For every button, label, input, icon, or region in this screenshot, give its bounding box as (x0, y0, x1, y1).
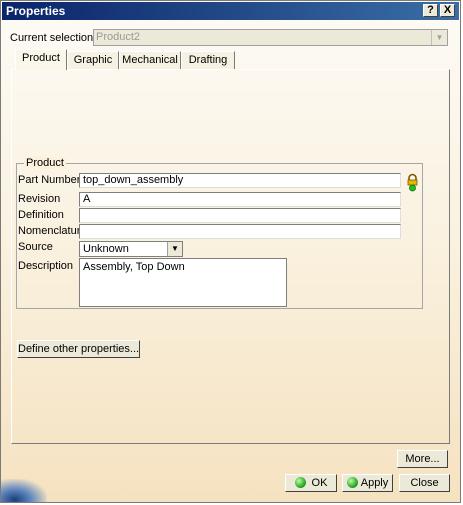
source-select[interactable]: Unknown ▼ (79, 241, 183, 257)
nomenclature-label: Nomenclature (18, 225, 87, 237)
current-selection-value: Product2 (96, 31, 141, 43)
window-title: Properties (6, 4, 66, 18)
part-number-field[interactable]: top_down_assembly (79, 173, 401, 188)
chevron-down-icon[interactable]: ▼ (167, 242, 182, 256)
define-other-properties-button[interactable]: Define other properties... (17, 340, 140, 358)
properties-dialog: Properties ? X Current selection : Produ… (0, 0, 461, 503)
tab-drafting[interactable]: Drafting (181, 51, 235, 69)
revision-field[interactable]: A (79, 192, 401, 207)
apply-button[interactable]: Apply (342, 474, 393, 492)
apply-label: Apply (360, 477, 389, 489)
current-selection-label: Current selection : (10, 32, 100, 44)
ok-label: OK (311, 477, 328, 489)
tab-graphic[interactable]: Graphic (67, 51, 119, 69)
current-selection-combo: Product2 ▼ (93, 29, 448, 46)
part-number-label: Part Number (18, 174, 81, 186)
revision-label: Revision (18, 193, 61, 205)
close-window-button[interactable]: X (440, 4, 455, 17)
source-label: Source (18, 241, 53, 253)
close-button[interactable]: Close (399, 474, 450, 492)
green-dot-icon (346, 477, 358, 488)
green-dot-icon (294, 477, 306, 488)
tab-product[interactable]: Product (15, 49, 67, 70)
chevron-down-icon: ▼ (431, 30, 447, 45)
source-value: Unknown (83, 243, 129, 255)
definition-label: Definition (18, 209, 64, 221)
lock-icon[interactable] (407, 173, 418, 192)
more-button[interactable]: More... (397, 450, 448, 468)
ok-button[interactable]: OK (285, 474, 337, 492)
product-group-title: Product (24, 157, 66, 169)
decorative-corner (1, 479, 47, 502)
tab-mechanical[interactable]: Mechanical (119, 51, 181, 69)
description-label: Description (18, 260, 74, 272)
definition-field[interactable] (79, 208, 401, 223)
description-field[interactable]: Assembly, Top Down (79, 258, 287, 307)
help-button[interactable]: ? (423, 4, 438, 17)
nomenclature-field[interactable] (79, 224, 401, 239)
title-bar[interactable]: Properties ? X (2, 2, 459, 20)
